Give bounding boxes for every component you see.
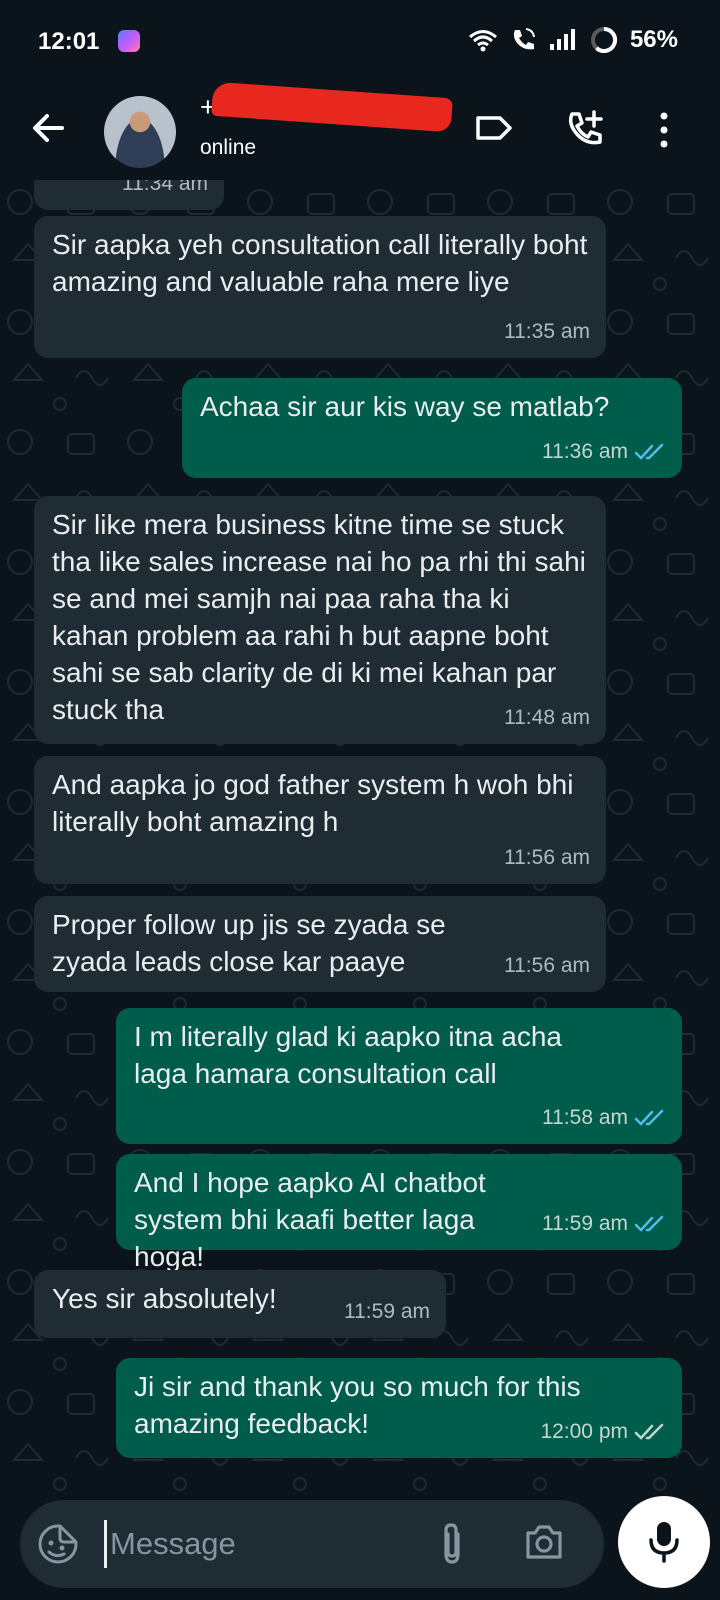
more-options-icon[interactable] (654, 108, 674, 152)
message-composer[interactable]: Message (20, 1500, 604, 1588)
message-text: Sir aapka yeh consultation call literall… (52, 229, 596, 297)
voice-record-button[interactable] (618, 1496, 710, 1588)
read-ticks-icon (634, 1109, 664, 1126)
attach-icon[interactable] (434, 1520, 470, 1568)
contact-status: online (200, 136, 257, 159)
message-incoming[interactable]: Sir aapka yeh consultation call literall… (34, 216, 606, 358)
microphone-icon (649, 1522, 679, 1563)
message-text: I m literally glad ki aapko itna acha la… (134, 1021, 570, 1089)
message-time: 11:34 am (122, 180, 208, 195)
add-call-icon[interactable] (564, 108, 608, 152)
wifi-icon (468, 30, 497, 52)
label-icon[interactable] (472, 108, 516, 148)
message-time: 11:59 am (542, 1212, 628, 1235)
battery-icon (590, 26, 617, 53)
sticker-emoji-icon[interactable] (36, 1522, 80, 1566)
chat-area[interactable]: 11:34 am Sir aapka yeh consultation call… (0, 180, 720, 1500)
message-text: Achaa sir aur kis way se matlab? (200, 391, 610, 422)
read-ticks-icon (634, 443, 664, 460)
message-time: 11:56 am (504, 954, 590, 977)
message-time: 11:36 am (542, 440, 628, 463)
text-cursor (104, 1520, 107, 1568)
wifi-calling-icon (513, 28, 535, 50)
contact-avatar[interactable] (104, 96, 176, 168)
battery-level: 56% (629, 26, 678, 53)
message-time: 11:48 am (504, 706, 590, 729)
message-text: And aapka jo god father system h woh bhi… (52, 769, 582, 837)
back-arrow-icon[interactable] (28, 108, 68, 148)
signal-icon (549, 29, 575, 50)
app-notification-icon (118, 30, 140, 52)
message-incoming[interactable]: And aapka jo god father system h woh bhi… (34, 756, 606, 884)
delivered-ticks-icon (634, 1423, 664, 1440)
message-incoming[interactable]: Sir like mera business kitne time se stu… (34, 496, 606, 744)
message-text: Proper follow up jis se zyada se zyada l… (52, 909, 454, 977)
status-time: 12:01 (38, 28, 100, 55)
message-input[interactable]: Message (110, 1526, 236, 1562)
message-time: 12:00 pm (540, 1420, 628, 1443)
message-outgoing[interactable]: Ji sir and thank you so much for this am… (116, 1358, 682, 1458)
message-text: And I hope aapko AI chatbot system bhi k… (134, 1167, 494, 1272)
read-ticks-icon (634, 1215, 664, 1232)
message-incoming[interactable]: Yes sir absolutely! 11:59 am (34, 1270, 446, 1338)
message-time: 11:56 am (504, 846, 590, 869)
message-outgoing[interactable]: Achaa sir aur kis way se matlab? 11:36 a… (182, 378, 682, 478)
message-time: 11:58 am (542, 1106, 628, 1129)
status-bar: 12:01 56% (0, 0, 720, 84)
message-incoming[interactable]: Proper follow up jis se zyada se zyada l… (34, 896, 606, 992)
message-time: 11:35 am (504, 320, 590, 343)
redaction-mark (211, 81, 453, 133)
message-time: 11:59 am (344, 1300, 430, 1323)
chat-header: +9… online (0, 81, 720, 180)
message-outgoing[interactable]: I m literally glad ki aapko itna acha la… (116, 1008, 682, 1144)
message-incoming[interactable]: 11:34 am (34, 180, 224, 210)
message-outgoing[interactable]: And I hope aapko AI chatbot system bhi k… (116, 1154, 682, 1272)
message-text: Sir like mera business kitne time se stu… (52, 509, 594, 725)
camera-icon[interactable] (522, 1522, 566, 1562)
